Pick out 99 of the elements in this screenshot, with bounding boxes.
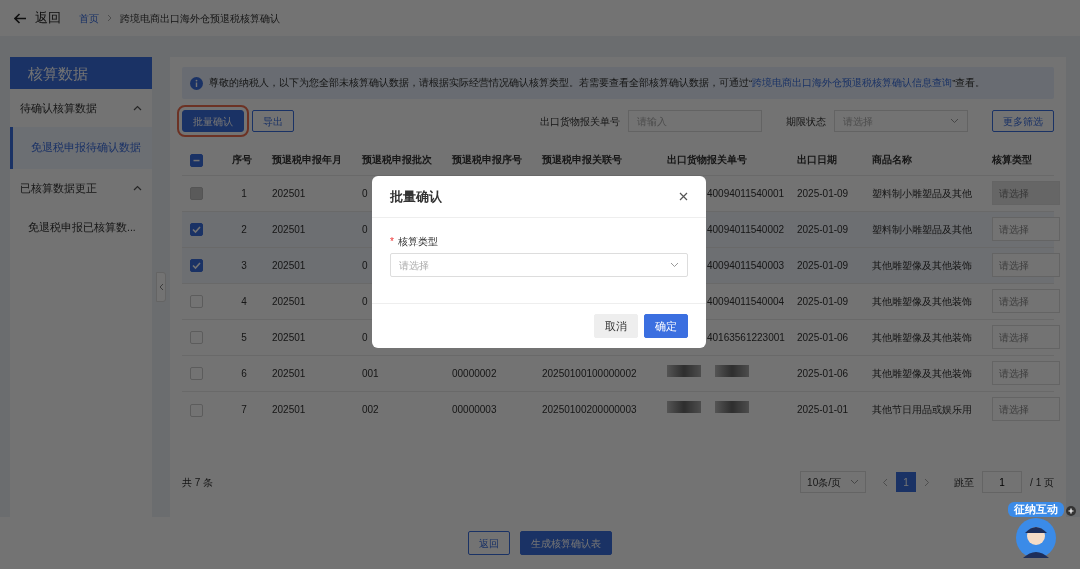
table-cell: 其他雕塑像及其他装饰 [872, 259, 972, 271]
table-cell: 其他雕塑像及其他装饰 [872, 331, 972, 343]
column-header: 商品名称 [864, 145, 984, 175]
notice-text: 尊敬的纳税人，以下为您全部未核算确认数据，请根据实际经营情况确认核算类型。若需要查看全部核算确认数据，可通过“跨境电商出口海外仓预退税核算确认信息查询”查看。 [209, 75, 986, 90]
confirm-button[interactable]: 确定 [644, 314, 688, 338]
table-cell: 2025-01-09 [797, 223, 849, 235]
column-header: 预退税申报序号 [444, 145, 534, 175]
back-arrow-icon [14, 12, 27, 24]
table-cell: 0 [362, 295, 368, 307]
check-icon [191, 224, 202, 236]
filter-label: 期限状态 [786, 114, 826, 129]
table-cell: 0 [362, 259, 368, 271]
table-cell: 2025-01-01 [797, 403, 849, 415]
column-header: 核算类型 [984, 145, 1054, 175]
table-cell: 40094011540002 [707, 223, 785, 235]
table-cell: 202501 [272, 403, 306, 415]
jump-label: 跳至 [954, 475, 975, 490]
column-header: 出口日期 [789, 145, 864, 175]
table-cell: 7 [241, 403, 247, 415]
collapse-handle[interactable] [156, 272, 166, 302]
field-label: 核算类型 [397, 235, 438, 249]
more-filters-button[interactable]: 更多筛选 [992, 110, 1054, 132]
chevron-icon [850, 479, 860, 485]
previous-page-icon[interactable] [882, 477, 889, 487]
chevron-icon [158, 283, 164, 291]
table-cell: 202501 [272, 259, 306, 271]
table-cell: 2025-01-06 [797, 331, 849, 343]
table-cell: 20250100200000003 [542, 403, 637, 415]
table-cell: 202501 [272, 367, 306, 379]
plus-icon[interactable] [1066, 506, 1076, 516]
breadcrumb-link[interactable]: 首页 [79, 10, 99, 26]
page-size-select[interactable]: 10条/页 [800, 471, 867, 493]
table-cell: 00000003 [452, 403, 497, 415]
sidebar-group-label: 待确认核算数据 [20, 100, 97, 116]
table-cell: 其他雕塑像及其他装饰 [872, 295, 972, 307]
footer-button[interactable]: 生成核算确认表 [520, 531, 612, 555]
table-cell: 其他节日用品或娱乐用 [872, 403, 972, 415]
page-total: / 1 页 [1030, 475, 1054, 490]
table-cell: 00000002 [452, 367, 497, 379]
table-cell: 40094011540003 [707, 259, 785, 271]
filter-label: 出口货物报关单号 [540, 114, 620, 129]
required-marker: * [390, 235, 394, 249]
dialog-title: 批量确认 [390, 187, 442, 206]
cancel-button[interactable]: 取消 [594, 314, 638, 338]
table-cell: 20250100100000002 [542, 367, 637, 379]
table-cell: 002 [362, 403, 379, 415]
table-cell: 2025-01-09 [797, 187, 849, 199]
table-cell: 2 [241, 223, 247, 235]
back-button[interactable]: 返回 [14, 8, 61, 28]
widget-label: 征纳互动 [1008, 502, 1064, 517]
table-cell: 40163561223001 [707, 331, 785, 343]
notice-link[interactable]: 跨境电商出口海外仓预退税核算确认信息查询 [752, 76, 953, 88]
column-header: 出口货物报关单号 [659, 145, 789, 175]
next-page-icon[interactable] [924, 477, 931, 487]
table-cell: 6 [241, 367, 247, 379]
column-header: 序号 [224, 145, 264, 175]
sidebar-item[interactable]: 免退税申报待确认数据 [10, 127, 153, 169]
sidebar-group-label: 已核算数据更正 [20, 180, 97, 196]
page-button[interactable]: 1 [896, 472, 917, 492]
column-header: 预退税申报批次 [354, 145, 444, 175]
column-header: 预退税申报年月 [264, 145, 354, 175]
table-cell: 202501 [272, 187, 306, 199]
table-cell: 202501 [272, 223, 306, 235]
checkbox[interactable] [190, 154, 203, 168]
close-icon[interactable] [679, 192, 688, 201]
table-cell: 2025-01-09 [797, 259, 849, 271]
table-cell: 其他雕塑像及其他装饰 [872, 367, 972, 379]
select-field[interactable]: 请选择 [390, 253, 688, 277]
table-cell: 1 [241, 187, 247, 199]
table-cell: 2025-01-09 [797, 295, 849, 307]
table-cell: 0 [362, 187, 368, 199]
column-header: 预退税申报关联号 [534, 145, 659, 175]
page-input[interactable]: 1 [982, 471, 1023, 493]
table-cell: 塑料制小雕塑品及其他 [872, 223, 972, 235]
check-icon [191, 260, 202, 272]
table-cell: 4 [241, 295, 247, 307]
footer-button[interactable]: 返回 [468, 531, 510, 555]
table-cell: 0 [362, 331, 368, 343]
table-cell: 202501 [272, 331, 306, 343]
table-cell: 2025-01-06 [797, 367, 849, 379]
total-count: 共 7 条 [182, 475, 214, 490]
chevron-icon [950, 118, 959, 124]
checkbox[interactable] [190, 259, 203, 273]
table-cell: 202501 [272, 295, 306, 307]
table-cell: 001 [362, 367, 379, 379]
table-cell: 3 [241, 259, 247, 271]
chevron-icon [670, 262, 679, 268]
table-cell: 塑料制小雕塑品及其他 [872, 187, 972, 199]
assistant-widget[interactable]: 征纳互动 [1008, 502, 1064, 562]
table-cell: 40094011540001 [707, 187, 785, 199]
table-cell: 5 [241, 331, 247, 343]
breadcrumb-current: 跨境电商出口海外仓预退税核算确认 [120, 11, 280, 26]
toolbar-button[interactable]: 导出 [252, 110, 294, 132]
checkbox[interactable] [190, 223, 203, 237]
sidebar-title: 核算数据 [10, 57, 153, 89]
table-cell: 0 [362, 223, 368, 235]
table-cell: 40094011540004 [707, 295, 785, 307]
info-icon [190, 76, 203, 90]
chevron-icon [107, 14, 112, 22]
